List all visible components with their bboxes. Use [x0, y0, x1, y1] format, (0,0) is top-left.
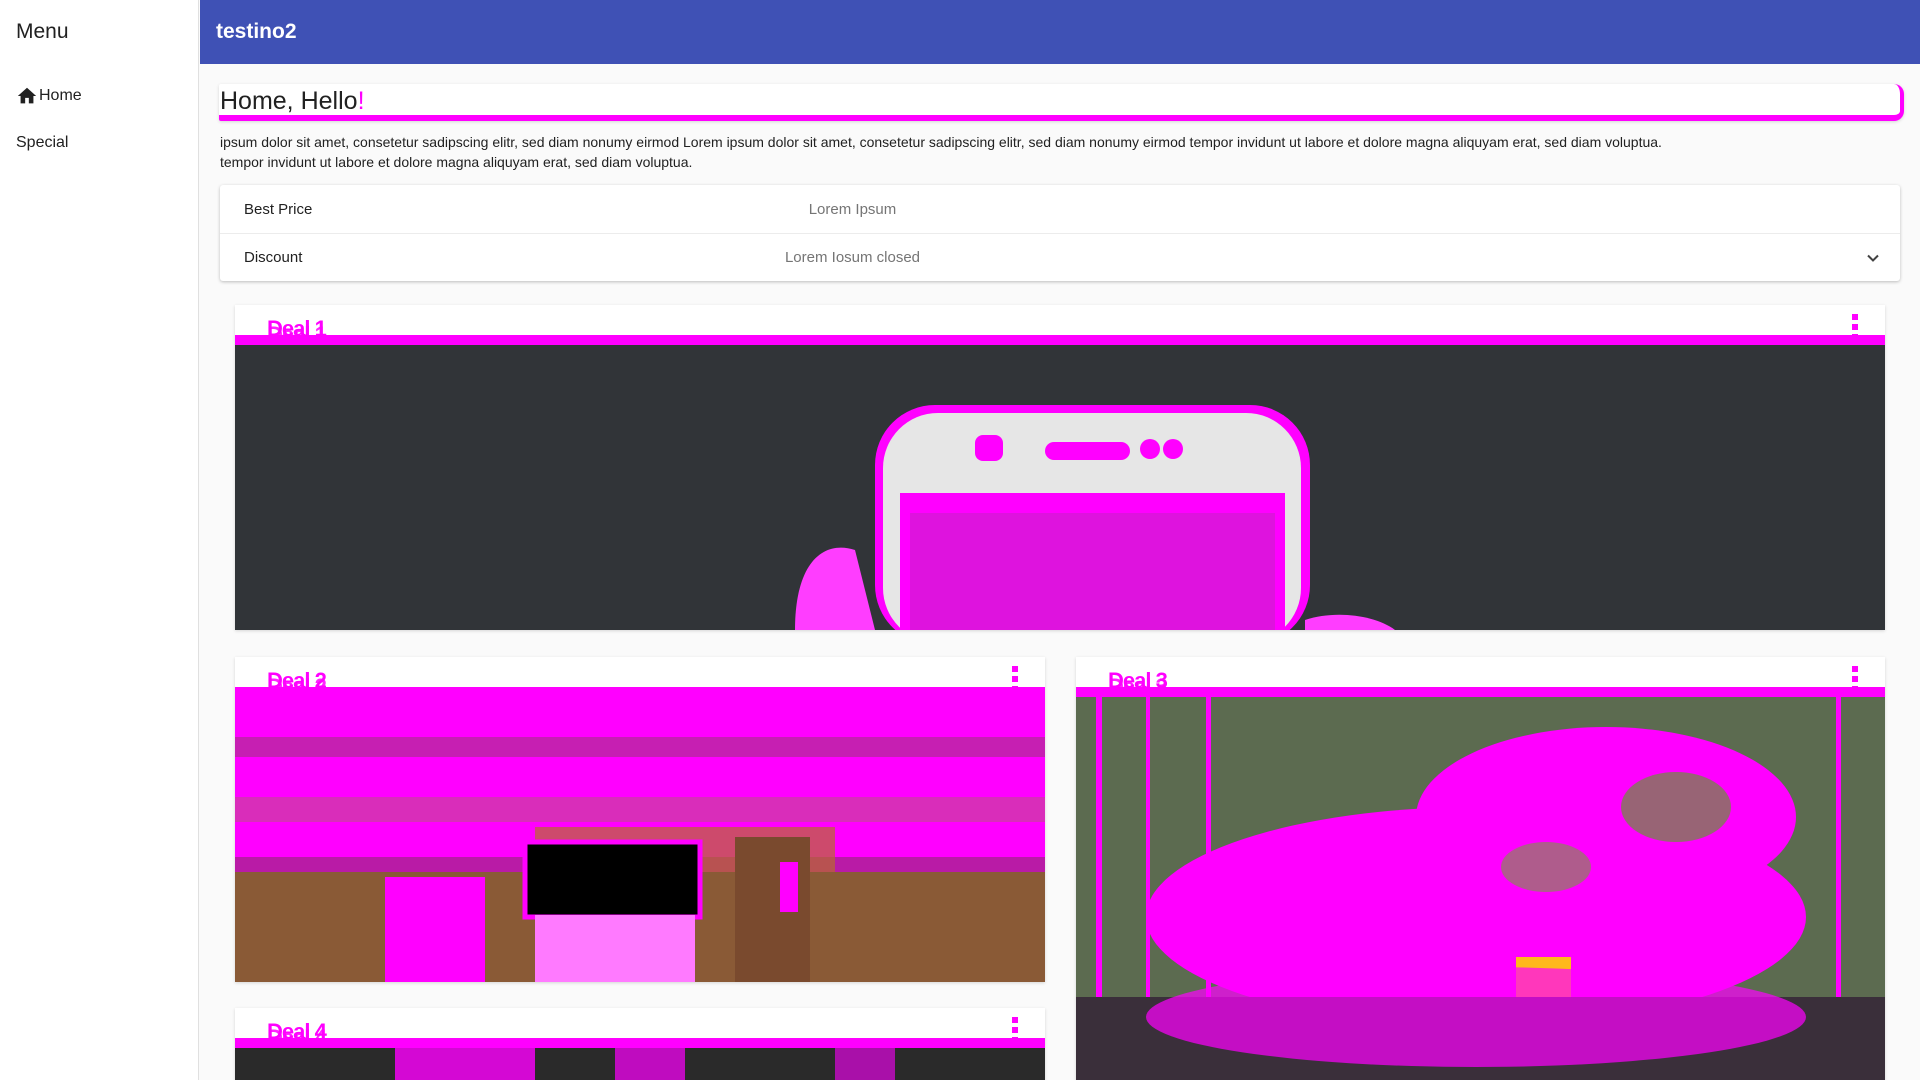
card-header: Deal 1 Deal 1 — [235, 305, 1885, 347]
sidebar-item-label: Home — [39, 87, 82, 104]
chevron-down-icon[interactable] — [1866, 251, 1880, 265]
panel-description: Lorem Ipsum — [808, 200, 897, 218]
more-vert-icon[interactable] — [1851, 313, 1859, 343]
phone-in-hand-photo — [235, 345, 1885, 630]
sidebar-item-home[interactable]: Home — [16, 85, 82, 107]
card-title: Deal 4 Deal 4 — [267, 1019, 327, 1050]
more-vert-icon[interactable] — [1851, 665, 1859, 695]
app-toolbar: testino2 — [200, 0, 1920, 64]
sidebar-title: Menu — [16, 20, 69, 43]
card-title: Deal 1 Deal 1 — [267, 316, 327, 347]
panel-discount[interactable]: Discount Lorem Iosum closed — [220, 233, 1900, 281]
card-title: Deal 3 Deal 3 — [1108, 668, 1168, 699]
panel-description: Lorem Iosum closed — [784, 249, 921, 266]
intro-line: ipsum dolor sit amet, consetetur sadipsc… — [220, 134, 1662, 150]
laptop-on-wooden-table-photo — [235, 697, 1045, 982]
expansion-panels: Best Price Lorem Ipsum Discount Lorem Io… — [220, 185, 1900, 281]
deal-card[interactable]: Deal 2 Deal 2 — [235, 657, 1045, 982]
deal-4-photo — [235, 1048, 1045, 1080]
more-vert-icon[interactable] — [1011, 1016, 1019, 1046]
card-header: Deal 4 Deal 4 — [235, 1008, 1045, 1050]
fruit-basket-photo — [1076, 697, 1885, 1080]
deal-card[interactable]: Deal 1 Deal 1 — [235, 305, 1885, 630]
deal-card[interactable]: Deal 4 Deal 4 — [235, 1008, 1045, 1080]
page-title: Home, Hello! — [220, 87, 365, 116]
app-title: testino2 — [216, 20, 297, 43]
sidebar-item-special[interactable]: Special — [16, 134, 68, 152]
more-vert-icon[interactable] — [1011, 665, 1019, 695]
greeting-mark: ! — [357, 87, 365, 115]
card-header: Deal 3 Deal 3 — [1076, 657, 1885, 699]
card-header: Deal 2 Deal 2 — [235, 657, 1045, 699]
home-icon — [17, 87, 37, 104]
sidebar-item-label: Special — [16, 134, 69, 151]
sidebar: Menu Home Special — [0, 0, 199, 1080]
intro-text: ipsum dolor sit amet, consetetur sadipsc… — [220, 132, 1910, 172]
card-title: Deal 2 Deal 2 — [267, 668, 327, 699]
greeting-text: Home, Hello — [220, 87, 358, 115]
intro-line: tempor invidunt ut labore et dolore magn… — [220, 154, 693, 170]
deal-card[interactable]: Deal 3 Deal 3 — [1076, 657, 1885, 1080]
greeting-banner: Home, Hello! — [219, 84, 1904, 121]
panel-best-price[interactable]: Best Price Lorem Ipsum — [220, 185, 1900, 233]
